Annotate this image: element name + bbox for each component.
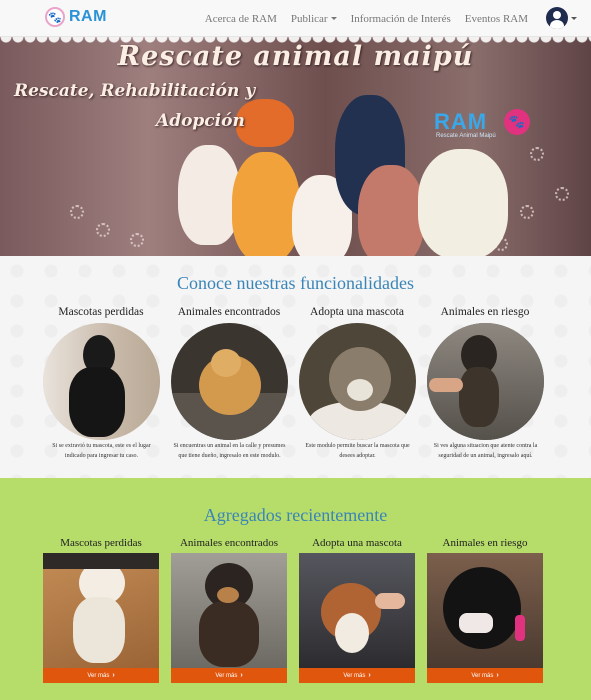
features-section: Conoce nuestras funcionalidades Mascotas… [0, 256, 591, 478]
feature-card-description: Si se extravió tu mascota, este es el lu… [52, 443, 151, 459]
hero-logo-text: RAM [434, 109, 488, 134]
flower-decoration [555, 187, 569, 201]
ver-mas-label: Ver más [87, 672, 110, 679]
chevron-right-icon: › [112, 672, 115, 679]
hero-title: Rescate animal maipú [117, 41, 474, 72]
feature-card-title: Animales encontrados [177, 306, 281, 318]
cartoon-dog-white [178, 145, 240, 245]
nav-item-publicar[interactable]: Publicar [284, 13, 344, 25]
user-icon [546, 7, 568, 29]
ver-mas-label: Ver más [471, 672, 494, 679]
nav-item-informacion[interactable]: Información de Interés [344, 13, 458, 25]
feature-card-animales-encontrados[interactable]: Animales encontrados [167, 306, 291, 318]
hero-subtitle-line2: Adopción [156, 111, 245, 131]
feature-card-title: Adopta una mascota [310, 306, 404, 318]
paw-icon: 🐾 [45, 7, 65, 27]
features-title: Conoce nuestras funcionalidades [177, 273, 414, 293]
navbar: 🐾 RAM Acerca de RAM Publicar Información… [0, 0, 591, 37]
recent-title: Agregados recientemente [203, 505, 388, 525]
cartoon-dog-cream [418, 149, 508, 256]
feature-card-description: Este modulo permite buscar la mascota qu… [305, 443, 410, 459]
feature-card-description: Si encuentras un animal en la calle y pr… [173, 443, 286, 459]
feature-card-adopta[interactable]: Adopta una mascota [295, 306, 419, 318]
recent-card-title: Animales encontrados [179, 537, 279, 549]
hero-banner: Rescate animal maipú Rescate, Rehabilita… [0, 37, 591, 256]
recent-card-title: Adopta una mascota [312, 537, 402, 549]
hero-subtitle: Rescate, Rehabilitación y [14, 81, 256, 101]
ver-mas-button[interactable]: Ver más › [299, 668, 415, 683]
feature-card-title: Animales en riesgo [440, 306, 530, 318]
feature-card-en-riesgo[interactable]: Animales en riesgo [423, 306, 547, 318]
recent-card-title: Animales en riesgo [442, 537, 528, 549]
feature-card-title: Mascotas perdidas [58, 306, 144, 318]
brand-name: RAM [69, 8, 107, 25]
recent-card-title: Mascotas perdidas [60, 537, 142, 549]
paw-icon: 🐾 [504, 109, 530, 135]
ver-mas-button[interactable]: Ver más › [43, 668, 159, 683]
user-menu[interactable] [546, 7, 577, 29]
nav-item-eventos[interactable]: Eventos RAM [458, 13, 535, 25]
recent-section: Agregados recientemente Mascotas perdida… [0, 478, 591, 700]
feature-image-lost-pet[interactable] [43, 323, 160, 440]
nav-item-acerca[interactable]: Acerca de RAM [198, 13, 284, 25]
ver-mas-label: Ver más [343, 672, 366, 679]
recent-photo-adopt-beagle[interactable] [299, 553, 415, 668]
recent-photo-at-risk-dog[interactable] [427, 553, 543, 668]
flower-decoration [530, 147, 544, 161]
feature-image-adopt-cat[interactable] [299, 323, 416, 440]
flower-decoration [96, 223, 110, 237]
caret-down-icon [330, 17, 337, 21]
hero-logo: RAM Rescate Animal Maipú 🐾 [434, 109, 530, 145]
ver-mas-label: Ver más [215, 672, 238, 679]
cartoon-dog-orange [232, 152, 300, 256]
nav-menu: Acerca de RAM Publicar Información de In… [198, 0, 535, 37]
caret-down-icon [571, 16, 577, 20]
cartoon-dog-brown [358, 165, 424, 256]
nav-item-publicar-label: Publicar [290, 12, 328, 25]
ver-mas-button[interactable]: Ver más › [427, 668, 543, 683]
brand[interactable]: 🐾 RAM [45, 7, 107, 27]
chevron-right-icon: › [368, 672, 371, 679]
ver-mas-button[interactable]: Ver más › [171, 668, 287, 683]
hero-logo-subtext: Rescate Animal Maipú [436, 133, 496, 139]
chevron-right-icon: › [496, 672, 499, 679]
feature-card-description: Si ves alguna situacion que atente contr… [433, 443, 538, 459]
feature-image-found-animal[interactable] [171, 323, 288, 440]
feature-card-mascotas-perdidas[interactable]: Mascotas perdidas [39, 306, 163, 318]
chevron-right-icon: › [240, 672, 243, 679]
recent-photo-found-dog[interactable] [171, 553, 287, 668]
recent-photo-lost-puppy[interactable] [43, 553, 159, 668]
flower-decoration [130, 233, 144, 247]
flower-decoration [70, 205, 84, 219]
flower-decoration [520, 205, 534, 219]
feature-image-at-risk[interactable] [427, 323, 544, 440]
